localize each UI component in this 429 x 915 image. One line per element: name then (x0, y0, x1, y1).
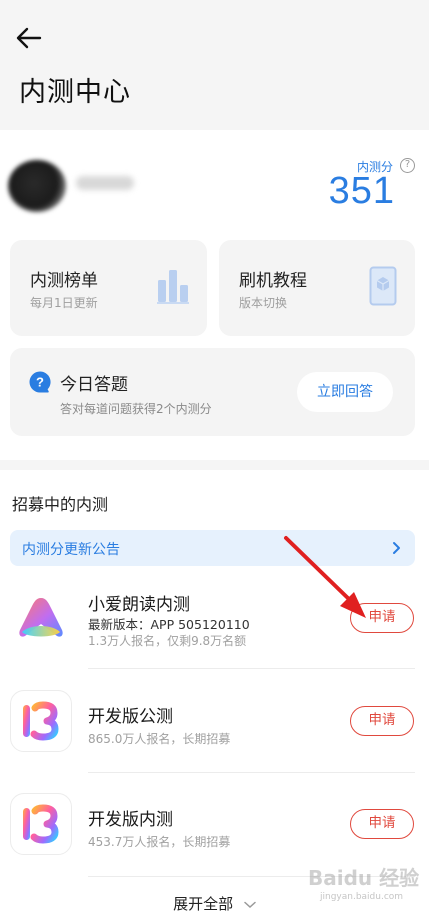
notice-text: 内测分更新公告 (22, 542, 120, 558)
chevron-down-icon (244, 901, 256, 908)
program-meta: 865.0万人报名，长期招募 (88, 732, 231, 746)
program-meta: 453.7万人报名，长期招募 (88, 835, 231, 849)
answer-now-button[interactable]: 立即回答 (297, 372, 393, 412)
username-blurred (76, 176, 134, 190)
help-icon[interactable]: ? (400, 158, 415, 173)
divider (88, 668, 415, 669)
quiz-subtitle: 答对每道问题获得2个内测分 (60, 402, 212, 416)
score-value: 351 (328, 170, 395, 212)
phone-icon (369, 266, 397, 306)
program-title: 小爱朗读内测 (88, 595, 190, 615)
watermark-sub: jingyan.baidu.com (320, 892, 404, 902)
annotation-arrow-icon (284, 536, 366, 618)
apply-button[interactable]: 申请 (350, 809, 414, 839)
quiz-title: 今日答题 (60, 375, 128, 395)
page-title: 内测中心 (19, 77, 131, 108)
back-arrow-icon[interactable] (14, 24, 44, 52)
ranking-subtitle: 每月1日更新 (30, 296, 98, 310)
daily-quiz-card[interactable]: ? 今日答题 答对每道问题获得2个内测分 立即回答 (10, 348, 415, 436)
flash-title: 刷机教程 (239, 271, 307, 291)
avatar[interactable] (8, 160, 66, 212)
flash-subtitle: 版本切换 (239, 296, 288, 310)
question-bubble-icon: ? (29, 371, 51, 393)
miui13-logo-icon (10, 690, 72, 752)
xiaoai-logo-icon (10, 588, 72, 650)
ranking-title: 内测榜单 (30, 271, 98, 291)
program-version: 最新版本：APP 505120110 (88, 617, 250, 632)
section-title: 招募中的内测 (12, 495, 109, 514)
svg-text:?: ? (36, 375, 44, 390)
program-meta: 1.3万人报名，仅剩9.8万名额 (88, 634, 247, 648)
expand-all-label: 展开全部 (173, 895, 234, 913)
ranking-card[interactable]: 内测榜单 每月1日更新 (10, 240, 207, 336)
flash-tutorial-card[interactable]: 刷机教程 版本切换 (219, 240, 415, 336)
chevron-right-icon (393, 542, 400, 554)
program-title: 开发版内测 (88, 810, 173, 830)
bar-chart-icon (157, 270, 189, 304)
header (0, 0, 429, 130)
program-title: 开发版公测 (88, 707, 173, 727)
divider (88, 772, 415, 773)
apply-button[interactable]: 申请 (350, 706, 414, 736)
miui13-logo-icon (10, 793, 72, 855)
watermark: Baidu 经验 (308, 866, 420, 890)
